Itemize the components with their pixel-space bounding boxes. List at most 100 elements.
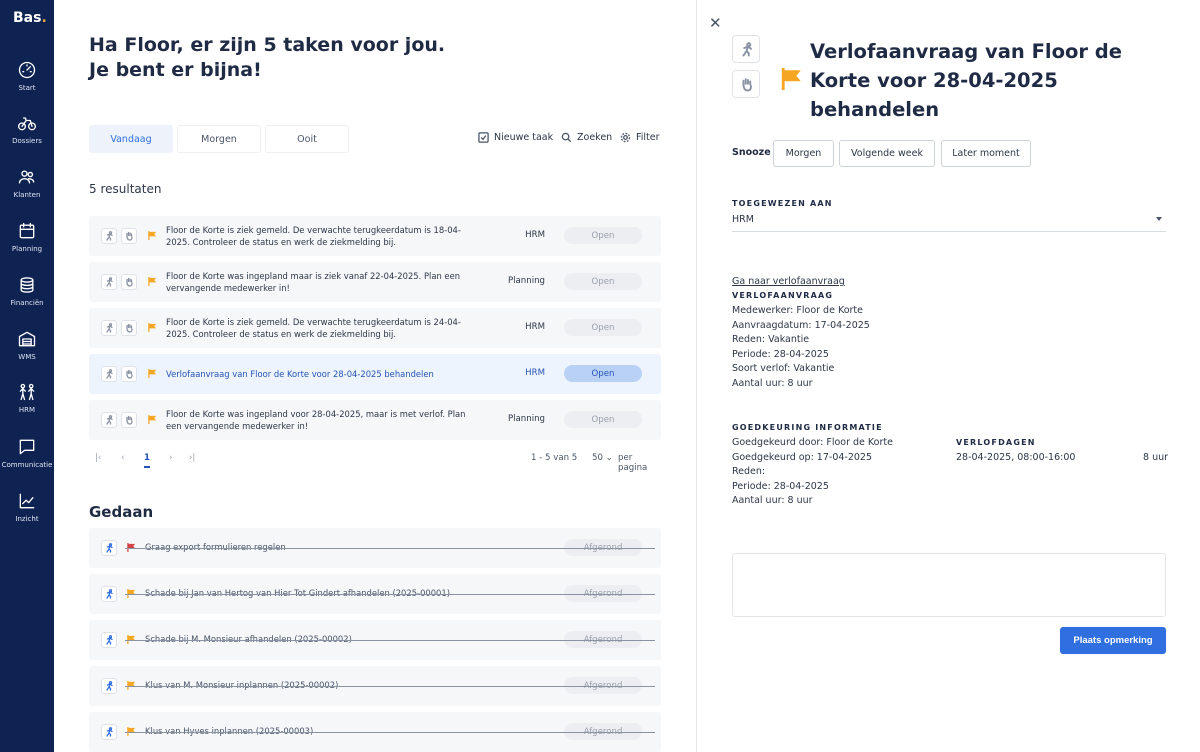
done-row[interactable]: Schade bij M. Monsieur afhandelen (2025-… — [89, 620, 661, 660]
assign-button[interactable] — [101, 540, 117, 556]
tab-morgen[interactable]: Morgen — [177, 125, 261, 153]
people-icon — [19, 383, 35, 401]
status-badge[interactable]: Open — [564, 319, 642, 336]
per-page-select[interactable]: 50 ⌄ — [592, 453, 613, 463]
sidebar-item-label: HRM — [18, 406, 36, 414]
leave-request-link[interactable]: Ga naar verlofaanvraag — [732, 276, 845, 287]
leave-day: 28-04-2025, 08:00-16:00 — [956, 452, 1076, 463]
status-badge[interactable]: Open — [564, 227, 642, 244]
post-comment-button[interactable]: Plaats opmerking — [1060, 627, 1166, 654]
close-icon[interactable]: ✕ — [709, 14, 722, 32]
done-row[interactable]: Graag export formulieren regelen Afgeron… — [89, 528, 661, 568]
claim-button[interactable] — [121, 228, 137, 244]
sidebar-item-hrm[interactable]: HRM — [0, 382, 54, 414]
search-button[interactable]: Zoeken — [561, 132, 612, 143]
main-content: Ha Floor, er zijn 5 taken voor jou. Je b… — [54, 0, 696, 752]
next-page-button[interactable]: › — [169, 453, 172, 463]
chart-icon — [19, 493, 35, 509]
assigned-select[interactable]: HRM — [732, 210, 1166, 232]
request-line: Reden: Vakantie — [732, 334, 810, 345]
request-line: Soort verlof: Vakantie — [732, 363, 835, 374]
sidebar-item-planning[interactable]: Planning — [0, 221, 54, 253]
comment-input[interactable] — [732, 553, 1166, 617]
assign-button[interactable] — [101, 228, 117, 244]
first-page-button[interactable]: |‹ — [95, 453, 101, 463]
hand-icon — [126, 277, 133, 287]
runner-icon — [106, 635, 113, 645]
status-badge[interactable]: Open — [564, 411, 642, 428]
sidebar-item-wms[interactable]: WMS — [0, 329, 54, 361]
tab-ooit[interactable]: Ooit — [265, 125, 349, 153]
strikethrough-line — [125, 732, 655, 733]
snooze-later-button[interactable]: Later moment — [941, 140, 1031, 167]
bicycle-icon — [18, 117, 36, 131]
leave-days-label: VERLOFDAGEN — [956, 438, 1036, 447]
assign-button[interactable] — [101, 678, 117, 694]
status-badge[interactable]: Open — [564, 273, 642, 290]
assign-button[interactable] — [101, 320, 117, 336]
task-category: HRM — [525, 230, 545, 240]
done-text: Klus van M. Monsieur inplannen (2025-000… — [145, 680, 339, 690]
task-text: Verlofaanvraag van Floor de Korte voor 2… — [166, 369, 434, 379]
done-text: Graag export formulieren regelen — [145, 542, 286, 552]
approval-line: Reden: — [732, 466, 766, 477]
gear-icon — [620, 132, 631, 143]
snooze-label: Snooze — [732, 147, 771, 158]
runner-icon — [106, 323, 113, 333]
runner-icon — [106, 277, 113, 287]
sidebar-item-start[interactable]: Start — [0, 60, 54, 92]
assign-button[interactable] — [101, 632, 117, 648]
assign-button[interactable] — [101, 274, 117, 290]
assign-button[interactable] — [101, 412, 117, 428]
tab-vandaag[interactable]: Vandaag — [89, 125, 173, 153]
done-text: Schade bij M. Monsieur afhandelen (2025-… — [145, 634, 352, 644]
warehouse-icon — [18, 331, 36, 347]
sidebar-item-dossiers[interactable]: Dossiers — [0, 113, 54, 145]
new-task-label: Nieuwe taak — [494, 132, 554, 143]
done-text: Schade bij Jan van Hertog van Hier Tot G… — [145, 588, 450, 598]
hand-icon — [126, 369, 133, 379]
sidebar-item-inzicht[interactable]: Inzicht — [0, 491, 54, 523]
claim-button[interactable] — [121, 412, 137, 428]
task-row-selected[interactable]: Verlofaanvraag van Floor de Korte voor 2… — [89, 354, 661, 394]
sidebar-item-klanten[interactable]: Klanten — [0, 167, 54, 199]
done-row[interactable]: Klus van M. Monsieur inplannen (2025-000… — [89, 666, 661, 706]
approval-label: GOEDKEURING INFORMATIE — [732, 423, 883, 432]
done-row[interactable]: Schade bij Jan van Hertog van Hier Tot G… — [89, 574, 661, 614]
new-task-button[interactable]: Nieuwe taak — [478, 132, 553, 143]
search-label: Zoeken — [577, 132, 613, 143]
claim-button[interactable] — [121, 366, 137, 382]
status-badge[interactable]: Open — [564, 365, 642, 382]
task-detail-panel: ✕ Verlofaanvraag van Floor de Korte voor… — [696, 0, 1200, 752]
sidebar-item-communicatie[interactable]: Communicatie — [0, 437, 54, 469]
done-row[interactable]: Klus van Hyves inplannen (2025-00003) Af… — [89, 712, 661, 752]
pagination: |‹ ‹ 1 › ›| 1 - 5 van 5 50 ⌄ per pagina — [89, 450, 661, 473]
strikethrough-line — [125, 640, 655, 641]
search-icon — [561, 132, 572, 143]
logo[interactable]: Bas. — [13, 10, 47, 26]
prev-page-button[interactable]: ‹ — [121, 453, 124, 463]
assign-button[interactable] — [732, 35, 760, 63]
page-1-button[interactable]: 1 — [144, 453, 150, 468]
task-row[interactable]: Floor de Korte is ziek gemeld. De verwac… — [89, 216, 661, 256]
last-page-button[interactable]: ›| — [189, 453, 195, 463]
claim-button[interactable] — [732, 70, 760, 98]
task-row[interactable]: Floor de Korte was ingepland voor 28-04-… — [89, 400, 661, 440]
claim-button[interactable] — [121, 274, 137, 290]
leave-hours: 8 uur — [1143, 452, 1169, 463]
assign-button[interactable] — [101, 586, 117, 602]
task-row[interactable]: Floor de Korte is ziek gemeld. De verwac… — [89, 308, 661, 348]
snooze-morgen-button[interactable]: Morgen — [773, 140, 834, 167]
task-row[interactable]: Floor de Korte was ingepland maar is zie… — [89, 262, 661, 302]
claim-button[interactable] — [121, 320, 137, 336]
filter-button[interactable]: Filter — [620, 132, 660, 143]
results-count: 5 resultaten — [89, 182, 162, 196]
panel-title: Verlofaanvraag van Floor de Korte voor 2… — [810, 40, 1122, 121]
assign-button[interactable] — [101, 724, 117, 740]
strikethrough-line — [125, 686, 655, 687]
page-title: Ha Floor, er zijn 5 taken voor jou. Je b… — [89, 34, 446, 81]
gauge-icon — [18, 61, 36, 79]
sidebar-item-financien[interactable]: Financiën — [0, 275, 54, 307]
assign-button[interactable] — [101, 366, 117, 382]
snooze-next-week-button[interactable]: Volgende week — [839, 140, 935, 167]
